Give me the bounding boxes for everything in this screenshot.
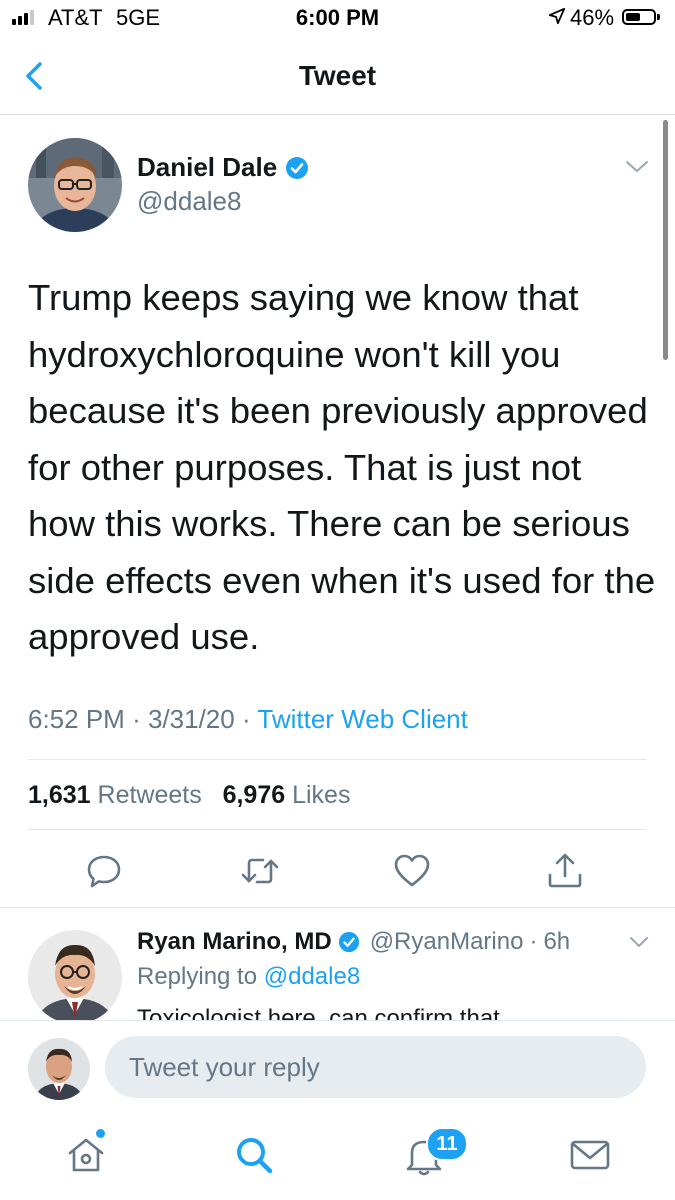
likes-label: Likes <box>292 781 351 809</box>
tweet-date: 3/31/20 <box>147 704 235 734</box>
retweets-count: 1,631 <box>28 781 91 809</box>
scroll-indicator[interactable] <box>663 120 668 360</box>
tweet-client-link[interactable]: Twitter Web Client <box>257 704 467 734</box>
reply-icon[interactable] <box>84 851 124 891</box>
verified-badge-icon <box>286 156 309 179</box>
share-icon[interactable] <box>545 851 585 891</box>
my-avatar[interactable] <box>28 1038 90 1100</box>
replying-label: Replying to <box>137 963 258 990</box>
chevron-down-icon[interactable] <box>628 934 650 950</box>
likes-stat[interactable]: 6,976 Likes <box>223 781 351 809</box>
chevron-down-icon[interactable] <box>624 156 650 176</box>
status-bar: AT&T 5GE 6:00 PM 46% <box>0 0 675 40</box>
replying-to-line: Replying to @ddale8 <box>137 963 360 991</box>
reply-header: Ryan Marino, MD @RyanMarino · 6h <box>137 928 570 956</box>
author-name[interactable]: Daniel Dale <box>137 152 309 183</box>
likes-count: 6,976 <box>222 781 286 809</box>
tweet-meta: 6:52 PM · 3/31/20 · Twitter Web Client <box>28 704 468 735</box>
author-avatar[interactable] <box>28 138 122 232</box>
reply-author-name[interactable]: Ryan Marino, MD <box>137 928 332 956</box>
like-icon[interactable] <box>392 851 432 891</box>
battery-percent: 46% <box>570 5 615 30</box>
tweet-text: Trump keeps saying we know that hydroxyc… <box>28 277 656 657</box>
retweets-stat[interactable]: 1,631 Retweets <box>28 781 202 809</box>
nav-header: Tweet <box>0 40 675 115</box>
location-arrow-icon <box>548 7 566 25</box>
tweet-stats: 1,631 Retweets 6,976 Likes <box>28 781 350 810</box>
reply-author-avatar[interactable] <box>28 930 122 1024</box>
reply-text-clip: Toxicologist here, can confirm that <box>137 998 657 1020</box>
compose-bar <box>0 1020 675 1116</box>
verified-badge-icon <box>338 931 359 953</box>
home-unread-dot <box>96 1129 105 1138</box>
meta-separator: · <box>241 704 251 734</box>
reply-text: Toxicologist here, can confirm that <box>137 1005 500 1020</box>
retweets-label: Retweets <box>97 781 202 809</box>
replying-to-link[interactable]: @ddale8 <box>264 963 360 990</box>
reply-input[interactable] <box>105 1036 646 1098</box>
retweet-icon[interactable] <box>240 851 280 891</box>
page-title: Tweet <box>298 60 377 91</box>
author-handle[interactable]: @ddale8 <box>137 186 241 217</box>
divider <box>28 759 646 760</box>
author-name-text: Daniel Dale <box>137 152 278 182</box>
meta-separator: · <box>132 704 141 734</box>
battery-icon <box>622 9 660 25</box>
home-icon[interactable] <box>64 1133 108 1177</box>
tab-bar: 11 <box>0 1115 675 1200</box>
divider <box>28 829 646 830</box>
reply-age: 6h <box>543 928 571 955</box>
reply-separator: · <box>529 928 538 955</box>
messages-icon[interactable] <box>568 1133 612 1177</box>
notifications-badge: 11 <box>426 1127 468 1161</box>
search-icon[interactable] <box>232 1133 276 1177</box>
divider <box>0 907 675 908</box>
reply-author-handle[interactable]: @RyanMarino <box>370 928 524 956</box>
tweet-time: 6:52 PM <box>28 704 125 734</box>
